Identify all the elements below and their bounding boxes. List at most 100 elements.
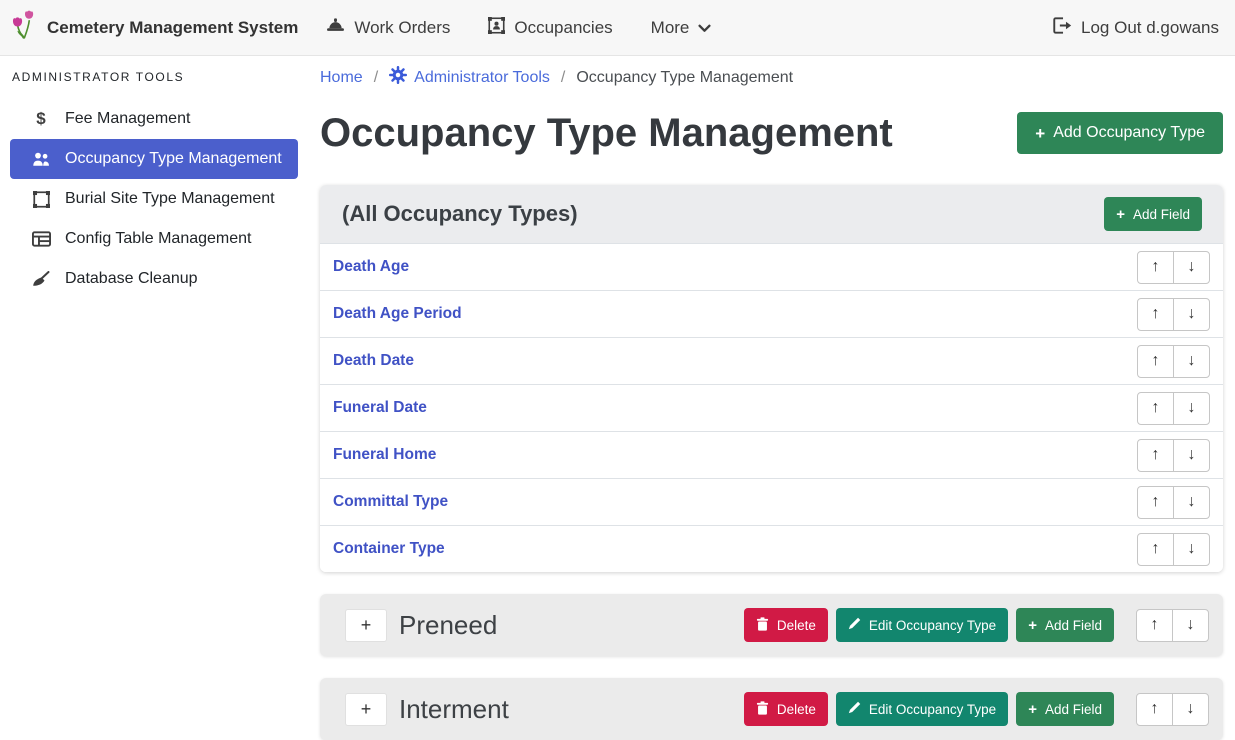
move-up-button[interactable]: ↑	[1137, 251, 1174, 284]
dollar-icon: $	[30, 109, 52, 129]
reorder-controls: ↑ ↓	[1137, 392, 1210, 425]
users-icon	[30, 152, 52, 167]
hard-hat-icon	[326, 17, 345, 38]
panel-header: (All Occupancy Types) + Add Field	[320, 185, 1223, 243]
nav-item-work-orders[interactable]: Work Orders	[326, 17, 450, 38]
move-up-button[interactable]: ↑	[1137, 486, 1174, 519]
move-down-button[interactable]: ↓	[1173, 486, 1210, 519]
move-down-button[interactable]: ↓	[1172, 609, 1209, 642]
move-up-button[interactable]: ↑	[1136, 693, 1173, 726]
breadcrumb-current: Occupancy Type Management	[576, 69, 793, 87]
table-icon	[30, 231, 52, 247]
field-link[interactable]: Funeral Home	[333, 446, 436, 464]
page-title: Occupancy Type Management	[320, 107, 893, 159]
gear-icon	[389, 66, 407, 89]
sidebar-item-config-table-management[interactable]: Config Table Management	[10, 219, 298, 259]
field-row: Funeral Home ↑ ↓	[320, 431, 1223, 478]
sidebar-item-label: Config Table Management	[65, 230, 252, 248]
nav-item-more[interactable]: More	[651, 18, 712, 38]
sign-out-icon	[1053, 17, 1072, 39]
field-link[interactable]: Death Date	[333, 352, 414, 370]
sidebar-heading: ADMINISTRATOR TOOLS	[12, 70, 310, 84]
nav-item-label: More	[651, 18, 690, 38]
edit-occupancy-type-button[interactable]: Edit Occupancy Type	[836, 608, 1008, 642]
reorder-controls: ↑ ↓	[1137, 251, 1210, 284]
move-down-button[interactable]: ↓	[1173, 345, 1210, 378]
logout-label: Log Out d.gowans	[1081, 18, 1219, 38]
breadcrumb-separator: /	[561, 69, 565, 87]
field-link[interactable]: Death Age	[333, 258, 409, 276]
expand-button[interactable]: +	[345, 693, 387, 726]
move-down-button[interactable]: ↓	[1172, 693, 1209, 726]
sidebar-item-occupancy-type-management[interactable]: Occupancy Type Management	[10, 139, 298, 179]
reorder-controls: ↑ ↓	[1137, 533, 1210, 566]
move-up-button[interactable]: ↑	[1137, 345, 1174, 378]
nav-item-label: Work Orders	[354, 18, 450, 38]
delete-button[interactable]: Delete	[744, 608, 828, 642]
logout-button[interactable]: Log Out d.gowans	[1053, 17, 1219, 39]
brand-title: Cemetery Management System	[47, 18, 298, 38]
field-row: Death Age Period ↑ ↓	[320, 290, 1223, 337]
add-field-button[interactable]: + Add Field	[1016, 692, 1114, 726]
sidebar-item-label: Occupancy Type Management	[65, 150, 282, 168]
breadcrumb-separator: /	[374, 69, 378, 87]
all-occupancy-types-panel: (All Occupancy Types) + Add Field Death …	[320, 185, 1223, 572]
reorder-controls: ↑ ↓	[1136, 693, 1209, 726]
delete-button[interactable]: Delete	[744, 692, 828, 726]
field-row: Container Type ↑ ↓	[320, 525, 1223, 572]
top-navbar: Cemetery Management System Work Orders	[0, 0, 1235, 56]
sidebar-item-burial-site-type-management[interactable]: Burial Site Type Management	[10, 179, 298, 219]
move-down-button[interactable]: ↓	[1173, 298, 1210, 331]
section-interment: + Interment Delete Edi	[320, 678, 1223, 740]
add-occupancy-type-button[interactable]: + Add Occupancy Type	[1017, 112, 1223, 154]
reorder-controls: ↑ ↓	[1137, 486, 1210, 519]
move-down-button[interactable]: ↓	[1173, 439, 1210, 472]
move-down-button[interactable]: ↓	[1173, 392, 1210, 425]
plus-icon: +	[1028, 702, 1037, 717]
frame-icon	[30, 191, 52, 208]
sidebar-item-label: Fee Management	[65, 110, 190, 128]
sidebar-item-fee-management[interactable]: $ Fee Management	[10, 99, 298, 139]
section-actions: Delete Edit Occupancy Type + Add Field ↑…	[744, 692, 1209, 726]
move-up-button[interactable]: ↑	[1137, 392, 1174, 425]
field-link[interactable]: Committal Type	[333, 493, 448, 511]
move-up-button[interactable]: ↑	[1137, 298, 1174, 331]
panel-title: (All Occupancy Types)	[342, 201, 578, 227]
move-down-button[interactable]: ↓	[1173, 251, 1210, 284]
sidebar-item-database-cleanup[interactable]: Database Cleanup	[10, 259, 298, 299]
trash-icon	[756, 701, 769, 718]
move-down-button[interactable]: ↓	[1173, 533, 1210, 566]
plus-icon: +	[1028, 618, 1037, 633]
move-up-button[interactable]: ↑	[1136, 609, 1173, 642]
add-field-button[interactable]: + Add Field	[1016, 608, 1114, 642]
brand[interactable]: Cemetery Management System	[12, 10, 298, 45]
tulip-logo-icon	[12, 10, 37, 45]
trash-icon	[756, 617, 769, 634]
plus-icon: +	[1035, 125, 1045, 142]
breadcrumb-home-link[interactable]: Home	[320, 69, 363, 87]
add-field-button[interactable]: + Add Field	[1104, 197, 1202, 231]
expand-button[interactable]: +	[345, 609, 387, 642]
sidebar-item-label: Database Cleanup	[65, 270, 198, 288]
nav-item-occupancies[interactable]: Occupancies	[488, 17, 612, 39]
pencil-icon	[848, 617, 861, 633]
breadcrumb-admin-tools-link[interactable]: Administrator Tools	[414, 69, 550, 87]
sidebar-nav: $ Fee Management Occupancy Type Manageme…	[0, 99, 310, 299]
move-up-button[interactable]: ↑	[1137, 439, 1174, 472]
section-preneed: + Preneed Delete Edit	[320, 594, 1223, 656]
field-link[interactable]: Funeral Date	[333, 399, 427, 417]
edit-occupancy-type-button[interactable]: Edit Occupancy Type	[836, 692, 1008, 726]
section-actions: Delete Edit Occupancy Type + Add Field ↑…	[744, 608, 1209, 642]
frame-user-icon	[488, 17, 505, 39]
chevron-down-icon	[698, 18, 711, 38]
field-row: Death Date ↑ ↓	[320, 337, 1223, 384]
field-link[interactable]: Death Age Period	[333, 305, 462, 323]
plus-icon: +	[1116, 207, 1125, 222]
field-link[interactable]: Container Type	[333, 540, 445, 558]
reorder-controls: ↑ ↓	[1137, 298, 1210, 331]
nav-menu: Work Orders Occupancies More	[326, 17, 711, 39]
sidebar-item-label: Burial Site Type Management	[65, 190, 275, 208]
main-content: Home / Administrator Tools / Occupancy T	[320, 56, 1223, 738]
move-up-button[interactable]: ↑	[1137, 533, 1174, 566]
breadcrumb: Home / Administrator Tools / Occupancy T	[320, 66, 1223, 89]
